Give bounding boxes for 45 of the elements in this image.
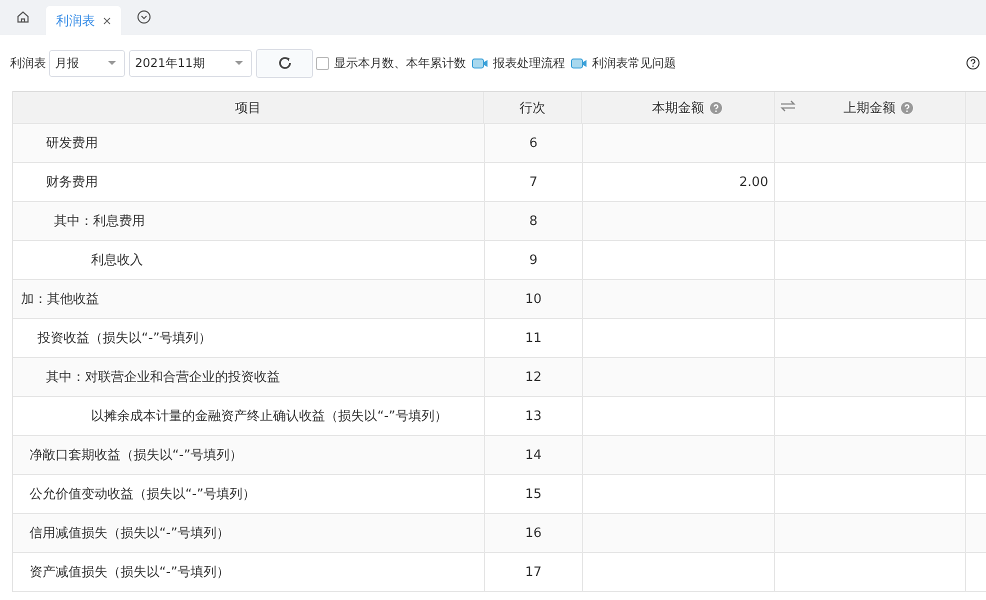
swap-icon[interactable] [780, 100, 796, 112]
video-camera-icon [571, 58, 587, 68]
table-cell-text: 净敞口套期收益（损失以“-”号填列） [28, 447, 242, 464]
column-header: 行次 [520, 100, 546, 116]
checkbox-label: 显示本月数、本年累计数 [334, 54, 466, 72]
table-cell: 10 [525, 292, 542, 306]
table-cell: 11 [525, 330, 542, 346]
table-cell: 15 [525, 486, 542, 502]
column-header: 本期金额 [652, 100, 704, 116]
table-cell: 17 [525, 564, 542, 580]
table-cell-text: 财务费用 [44, 174, 98, 191]
help-link[interactable]: 报表处理流程 [493, 54, 565, 72]
table-cell-text: 资产减值损失（损失以“-”号填列） [28, 564, 230, 581]
period-type-select[interactable]: 月报 [49, 50, 125, 76]
checkbox[interactable] [316, 56, 329, 70]
table-cell: 14 [525, 448, 542, 462]
table-cell-text: 加：其他收益 [21, 291, 99, 308]
close-icon[interactable] [103, 16, 111, 24]
video-camera-icon [472, 58, 488, 68]
chevron-down-icon[interactable] [137, 10, 151, 24]
table-cell: 2.00 [739, 174, 768, 190]
table-cell-text: 其中：利息费用 [53, 213, 146, 230]
table-cell: 6 [529, 136, 538, 150]
table-cell-text: 投资收益（损失以“-”号填列） [36, 330, 212, 347]
home-icon[interactable] [16, 10, 30, 24]
table-cell: 7 [529, 174, 538, 190]
table-cell: 9 [529, 252, 538, 268]
table-cell-text: 公允价值变动收益（损失以“-”号填列） [28, 486, 256, 503]
table-cell: 8 [529, 214, 538, 228]
table-cell-text: 信用减值损失（损失以“-”号填列） [28, 525, 230, 542]
table-cell: 16 [525, 526, 542, 540]
column-header: 上期金额 [843, 100, 896, 116]
table-cell: 12 [525, 370, 542, 384]
report-label: 利润表 [10, 54, 46, 72]
table-cell-text: 其中：对联营企业和合营企业的投资收益 [44, 369, 280, 386]
period-select[interactable]: 2021年11期 [129, 50, 252, 76]
table-cell-text: 以摊余成本计量的金融资产终止确认收益（损失以“-”号填列） [90, 408, 448, 425]
help-icon[interactable] [966, 56, 980, 70]
table-cell-text: 研发费用 [44, 135, 98, 152]
table-cell: 13 [525, 408, 542, 424]
column-header: 项目 [234, 100, 261, 116]
table-cell-text: 利息收入 [90, 252, 144, 269]
refresh-button[interactable] [256, 48, 313, 78]
help-link[interactable]: 利润表常见问题 [592, 54, 676, 72]
refresh-icon [276, 55, 292, 71]
